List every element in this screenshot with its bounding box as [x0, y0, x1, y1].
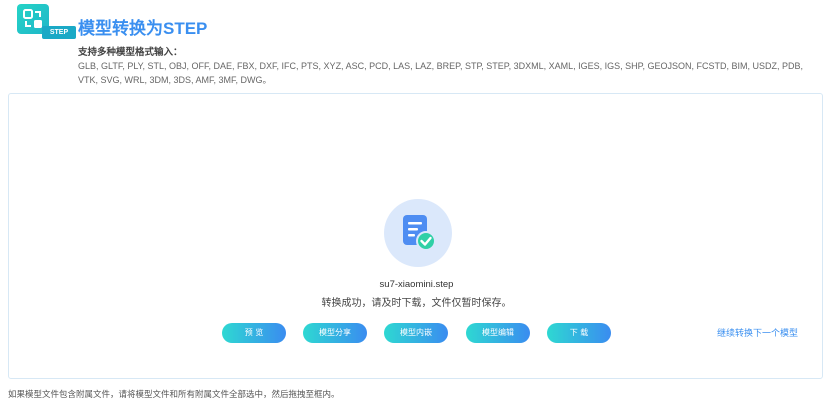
- file-check-icon: [403, 215, 436, 251]
- logo-badge: STEP: [42, 26, 76, 39]
- file-success-icon: [384, 199, 452, 267]
- supported-formats: GLB, GLTF, PLY, STL, OBJ, OFF, DAE, FBX,…: [78, 61, 804, 85]
- attachment-hint: 如果模型文件包含附属文件，请将模型文件和所有附属文件全部选中，然后拖拽至框内。: [8, 390, 340, 400]
- convert-next-link[interactable]: 继续转换下一个模型: [717, 326, 798, 339]
- embed-model-button[interactable]: 模型内嵌: [384, 323, 448, 343]
- drop-zone[interactable]: su7-xiaomini.step 转换成功，请及时下载，文件仅暂时保存。 预 …: [8, 93, 823, 379]
- convert-icon: [23, 9, 42, 28]
- converted-filename: su7-xiaomini.step: [379, 279, 454, 290]
- preview-button[interactable]: 预 览: [222, 323, 286, 343]
- app-logo: STEP: [17, 4, 76, 39]
- support-label: 支持多种模型格式输入：: [78, 47, 183, 58]
- success-message: 转换成功，请及时下载，文件仅暂时保存。: [321, 298, 512, 309]
- page-title: 模型转换为STEP: [78, 19, 208, 38]
- share-model-button[interactable]: 模型分享: [303, 323, 367, 343]
- download-button[interactable]: 下 载: [547, 323, 611, 343]
- edit-model-button[interactable]: 模型编辑: [466, 323, 530, 343]
